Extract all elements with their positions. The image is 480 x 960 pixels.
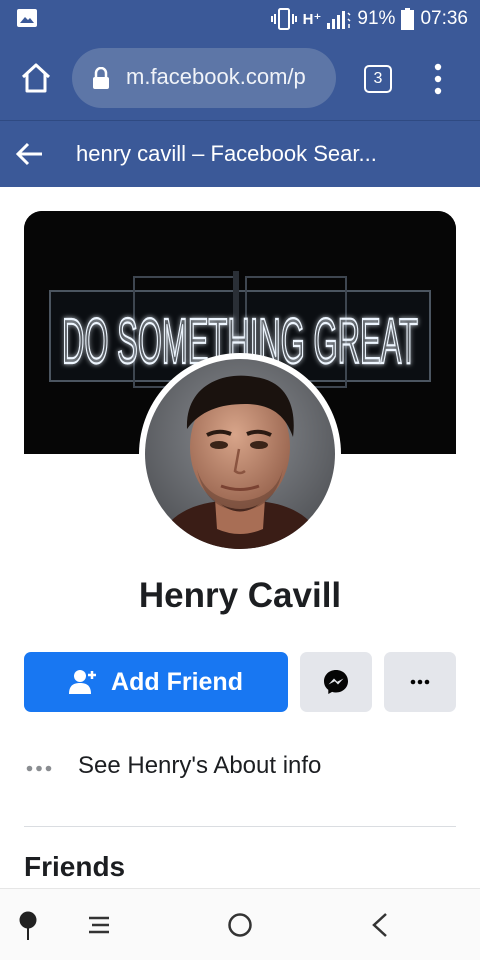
system-nav-bar <box>0 888 480 960</box>
status-icons: H⁺ 91% 07:36 <box>270 0 468 38</box>
gallery-icon <box>17 9 37 27</box>
menu-lines-icon[interactable] <box>88 916 110 934</box>
battery-icon <box>401 8 415 30</box>
add-friend-label: Add Friend <box>111 667 243 696</box>
friends-heading: Friends <box>24 851 126 882</box>
back-arrow-icon[interactable] <box>14 139 46 169</box>
page-title: henry cavill – Facebook Sear... <box>76 141 377 166</box>
battery-percent: 91% <box>357 8 396 29</box>
add-friend-icon <box>69 670 97 694</box>
url-text: m.facebook.com/p <box>126 64 306 89</box>
avatar-image <box>145 359 335 549</box>
about-info-link[interactable]: See Henry's About info <box>24 748 456 788</box>
browser-toolbar: m.facebook.com/p 3 <box>0 38 480 120</box>
profile-avatar[interactable] <box>139 353 341 555</box>
back-icon[interactable] <box>371 912 389 938</box>
signal-icon <box>327 11 351 29</box>
messenger-icon <box>324 670 348 694</box>
more-dots-icon <box>26 765 52 772</box>
lock-icon <box>93 67 109 89</box>
tabs-icon[interactable]: 3 <box>364 65 392 93</box>
profile-name: Henry Cavill <box>138 576 342 615</box>
vibrate-icon <box>270 8 297 30</box>
page-header: henry cavill – Facebook Sear... <box>0 120 480 187</box>
network-type: H⁺ <box>302 11 322 28</box>
pin-icon[interactable] <box>17 911 39 941</box>
home-icon[interactable] <box>18 60 54 96</box>
about-info-label: See Henry's About info <box>78 752 322 779</box>
url-bar[interactable]: m.facebook.com/p <box>72 48 336 108</box>
section-divider <box>24 826 456 827</box>
message-button[interactable] <box>300 652 372 712</box>
clock: 07:36 <box>420 8 468 29</box>
home-circle-icon[interactable] <box>227 912 253 938</box>
more-options-button[interactable] <box>384 652 456 712</box>
add-friend-button[interactable]: Add Friend <box>24 652 288 712</box>
more-icon <box>410 679 430 685</box>
menu-icon[interactable] <box>424 62 452 96</box>
status-bar: H⁺ 91% 07:36 <box>0 0 480 38</box>
